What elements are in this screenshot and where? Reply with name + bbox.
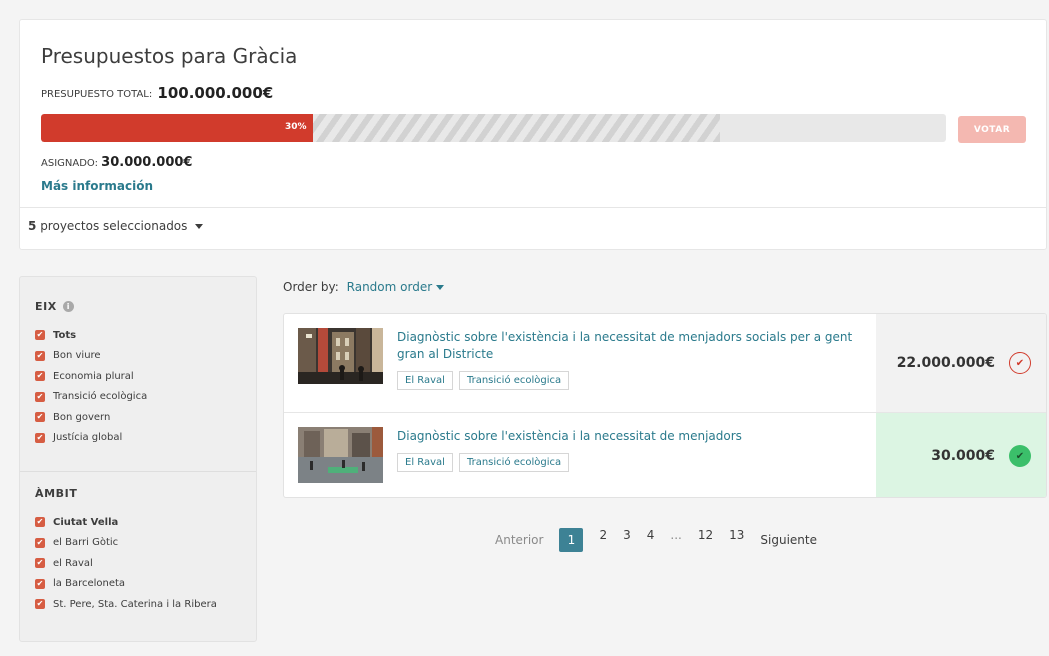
filter-checkbox-label: St. Pere, Sta. Caterina i la Ribera: [53, 598, 217, 610]
order-by-dropdown[interactable]: Random order: [347, 280, 445, 294]
assigned-label: ASIGNADO:: [41, 158, 98, 169]
project-item: Diagnòstic sobre l'existència i la neces…: [284, 314, 1046, 412]
checkbox-checked-icon[interactable]: ✔: [35, 391, 45, 402]
filter-checkbox-label: Bon govern: [53, 411, 111, 423]
filter-checkbox[interactable]: ✔ Ciutat Vella: [35, 512, 217, 533]
page-link[interactable]: 12: [698, 528, 713, 552]
filter-checkbox[interactable]: ✔ Justícia global: [35, 428, 147, 449]
info-icon[interactable]: i: [62, 301, 74, 312]
divider: [20, 207, 1046, 208]
filter-checkbox[interactable]: ✔ el Barri Gòtic: [35, 533, 217, 554]
assigned-value: 30.000.000€: [101, 155, 193, 170]
project-price-box: 22.000.000€ ✔: [876, 314, 1046, 412]
checkbox-checked-icon[interactable]: ✔: [35, 432, 45, 443]
checkbox-checked-icon[interactable]: ✔: [35, 558, 45, 569]
vote-button[interactable]: VOTAR: [958, 116, 1026, 143]
order-by: Order by: Random order: [283, 280, 445, 294]
selected-count: 5: [28, 219, 37, 233]
order-by-value: Random order: [346, 280, 433, 294]
total-budget-label: PRESUPUESTO TOTAL:: [41, 89, 153, 100]
selected-projects-toggle[interactable]: 5 proyectos seleccionados: [28, 219, 204, 233]
filter-checkbox[interactable]: ✔ Economia plural: [35, 366, 147, 387]
filter-checkbox[interactable]: ✔ la Barceloneta: [35, 574, 217, 595]
filter-list-eix: ✔ Tots ✔ Bon viure ✔ Economia plural ✔ Transici…: [35, 325, 147, 448]
project-title-link[interactable]: Diagnòstic sobre l'existència i la neces…: [397, 428, 867, 445]
divider: [20, 471, 256, 472]
checkbox-checked-icon[interactable]: ✔: [35, 517, 45, 528]
filter-group-ambit: ÀMBIT ✔ Ciutat Vella ✔ el Barri Gòtic ✔ el Ra…: [35, 487, 217, 615]
pagination: Anterior 1 2 3 4... 12 13 Siguiente: [495, 528, 833, 552]
more-info-link[interactable]: Más información: [41, 179, 153, 193]
filter-checkbox[interactable]: ✔ St. Pere, Sta. Caterina i la Ribera: [35, 594, 217, 615]
page-link[interactable]: 13: [729, 528, 744, 552]
checkbox-checked-icon[interactable]: ✔: [35, 578, 45, 589]
project-tags: El Raval Transició ecològica: [397, 371, 570, 390]
project-price-box: 30.000€ ✔: [876, 413, 1046, 497]
total-budget: PRESUPUESTO TOTAL: 100.000.000€: [41, 83, 274, 102]
caret-down-icon: [436, 285, 445, 290]
tag-axis[interactable]: Transició ecològica: [458, 371, 570, 390]
filter-list-ambit: ✔ Ciutat Vella ✔ el Barri Gòtic ✔ el Raval ✔ la…: [35, 512, 217, 615]
filter-checkbox[interactable]: ✔ el Raval: [35, 553, 217, 574]
checkbox-checked-icon[interactable]: ✔: [35, 412, 45, 423]
filter-checkbox-label: Justícia global: [53, 432, 123, 444]
filter-checkbox-label: Tots: [53, 329, 77, 341]
filter-checkbox-label: Transició ecològica: [53, 391, 148, 403]
filter-checkbox-label: Economia plural: [53, 370, 134, 382]
pagination-next[interactable]: Siguiente: [760, 533, 817, 547]
filter-group-eix: EIX i ✔ Tots ✔ Bon viure ✔ Economia plural ✔ Tr…: [35, 300, 147, 448]
selected-text: proyectos seleccionados: [40, 219, 188, 233]
budget-card: Presupuestos para Gràcia PRESUPUESTO TOT…: [19, 19, 1047, 250]
selected-check-icon[interactable]: ✔: [1009, 445, 1031, 467]
page-link[interactable]: 2: [599, 528, 607, 552]
pagination-pages: 1 2 3 4... 12 13: [559, 528, 760, 552]
filter-checkbox[interactable]: ✔ Transició ecològica: [35, 387, 147, 408]
checkbox-checked-icon[interactable]: ✔: [35, 371, 45, 382]
select-project-check-icon[interactable]: ✔: [1009, 352, 1031, 374]
filter-heading-ambit: ÀMBIT: [35, 487, 78, 500]
order-by-label: Order by:: [283, 280, 339, 294]
project-thumbnail[interactable]: [298, 427, 383, 483]
tag-axis[interactable]: Transició ecològica: [458, 453, 570, 472]
page-current[interactable]: 1: [559, 528, 584, 552]
project-list: Diagnòstic sobre l'existència i la neces…: [283, 313, 1047, 498]
filter-checkbox[interactable]: ✔ Tots: [35, 325, 147, 346]
assigned-budget: ASIGNADO: 30.000.000€: [41, 155, 192, 170]
caret-down-icon: [195, 224, 204, 229]
filters-panel: EIX i ✔ Tots ✔ Bon viure ✔ Economia plural ✔ Tr…: [19, 276, 257, 642]
filter-checkbox-label: Ciutat Vella: [53, 516, 119, 528]
page-link[interactable]: 3: [623, 528, 631, 552]
project-thumbnail[interactable]: [298, 328, 383, 384]
project-price: 30.000€: [931, 448, 995, 464]
filter-checkbox-label: el Raval: [53, 557, 93, 569]
checkbox-checked-icon[interactable]: ✔: [35, 537, 45, 548]
page-link[interactable]: 4: [647, 528, 655, 552]
filter-checkbox[interactable]: ✔ Bon govern: [35, 407, 147, 428]
project-tags: El Raval Transició ecològica: [397, 453, 570, 472]
filter-checkbox-label: Bon viure: [53, 350, 101, 362]
project-price: 22.000.000€: [896, 355, 995, 371]
filter-heading-eix-label: EIX: [35, 300, 57, 313]
filter-checkbox-label: la Barceloneta: [53, 578, 126, 590]
filter-checkbox-label: el Barri Gòtic: [53, 537, 119, 549]
page-ellipsis: ...: [670, 528, 682, 542]
project-title-link[interactable]: Diagnòstic sobre l'existència i la neces…: [397, 329, 867, 363]
total-budget-value: 100.000.000€: [157, 84, 274, 102]
project-item: Diagnòstic sobre l'existència i la neces…: [284, 412, 1046, 497]
tag-district[interactable]: El Raval: [397, 371, 453, 390]
progress-percent-label: 30%: [284, 122, 307, 132]
checkbox-checked-icon[interactable]: ✔: [35, 350, 45, 361]
page-title: Presupuestos para Gràcia: [41, 44, 298, 68]
progress-fill: 30%: [41, 114, 313, 142]
pagination-prev[interactable]: Anterior: [495, 533, 543, 547]
checkbox-checked-icon[interactable]: ✔: [35, 330, 45, 341]
tag-district[interactable]: El Raval: [397, 453, 453, 472]
budget-progress-bar: 30%: [41, 114, 946, 142]
checkbox-checked-icon[interactable]: ✔: [35, 599, 45, 610]
filter-checkbox[interactable]: ✔ Bon viure: [35, 346, 147, 367]
filter-heading-eix: EIX i: [35, 300, 147, 313]
